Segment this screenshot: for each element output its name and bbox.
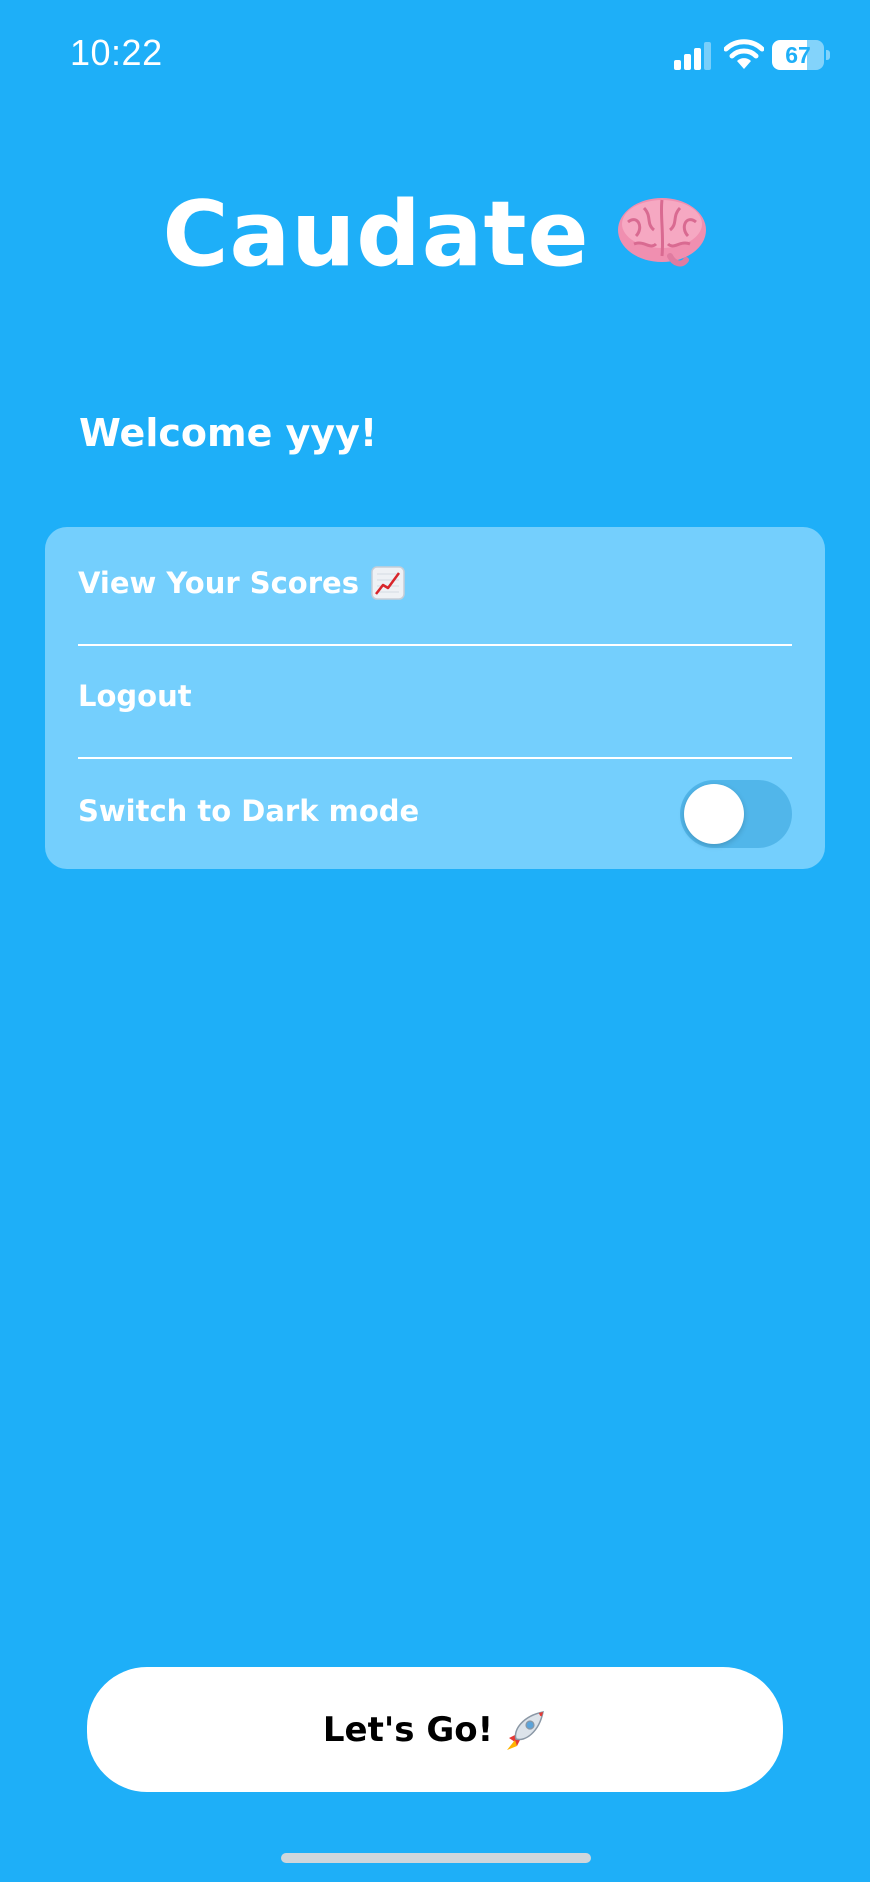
lets-go-label: Let's Go! — [322, 1709, 494, 1750]
welcome-text: Welcome yyy! — [79, 411, 378, 455]
menu-item-label: Switch to Dark mode — [78, 794, 420, 828]
menu-item-dark-mode: Switch to Dark mode — [78, 753, 792, 869]
menu-card: View Your Scores Logout Switch to Dark m… — [45, 527, 825, 869]
brain-icon — [616, 185, 708, 295]
menu-item-label: View Your Scores — [78, 566, 359, 600]
menu-item-view-scores[interactable]: View Your Scores — [78, 527, 792, 639]
menu-item-logout[interactable]: Logout — [78, 640, 792, 752]
home-indicator[interactable] — [281, 1853, 591, 1863]
app-title: Caudate — [0, 180, 870, 295]
menu-item-label: Logout — [78, 679, 192, 713]
status-time: 10:22 — [70, 32, 163, 73]
toggle-knob — [684, 784, 744, 844]
wifi-icon — [724, 39, 764, 69]
lets-go-button[interactable]: Let's Go! — [87, 1667, 783, 1792]
battery-body: 67 — [772, 40, 824, 70]
battery-nub — [826, 50, 830, 60]
battery-icon: 67 — [772, 40, 830, 70]
dark-mode-toggle[interactable] — [680, 780, 792, 848]
rocket-icon — [503, 1708, 547, 1752]
app-title-text: Caudate — [162, 182, 590, 287]
status-bar: 10:22 67 — [0, 0, 870, 110]
signal-icon — [674, 42, 711, 70]
chart-increasing-icon — [371, 566, 405, 600]
battery-percent: 67 — [785, 42, 811, 68]
